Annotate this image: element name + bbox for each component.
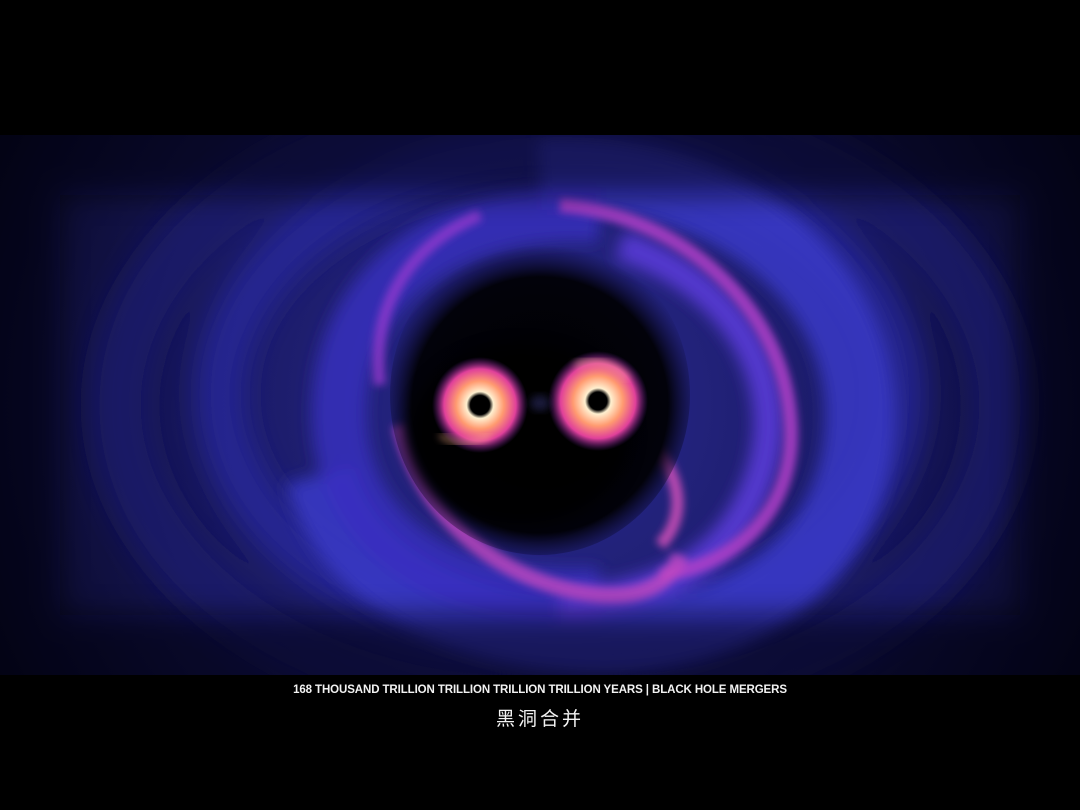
black-hole-left (473, 399, 487, 413)
caption-chinese: 黑洞合并 (495, 708, 584, 730)
caption-english: 168 THOUSAND TRILLION TRILLION TRILLION … (293, 684, 787, 696)
letterbox-top (0, 0, 1080, 135)
black-hole-right (591, 393, 605, 407)
video-frame: 168 THOUSAND TRILLION TRILLION TRILLION … (0, 0, 1080, 810)
black-hole-merger-image (0, 135, 1080, 675)
